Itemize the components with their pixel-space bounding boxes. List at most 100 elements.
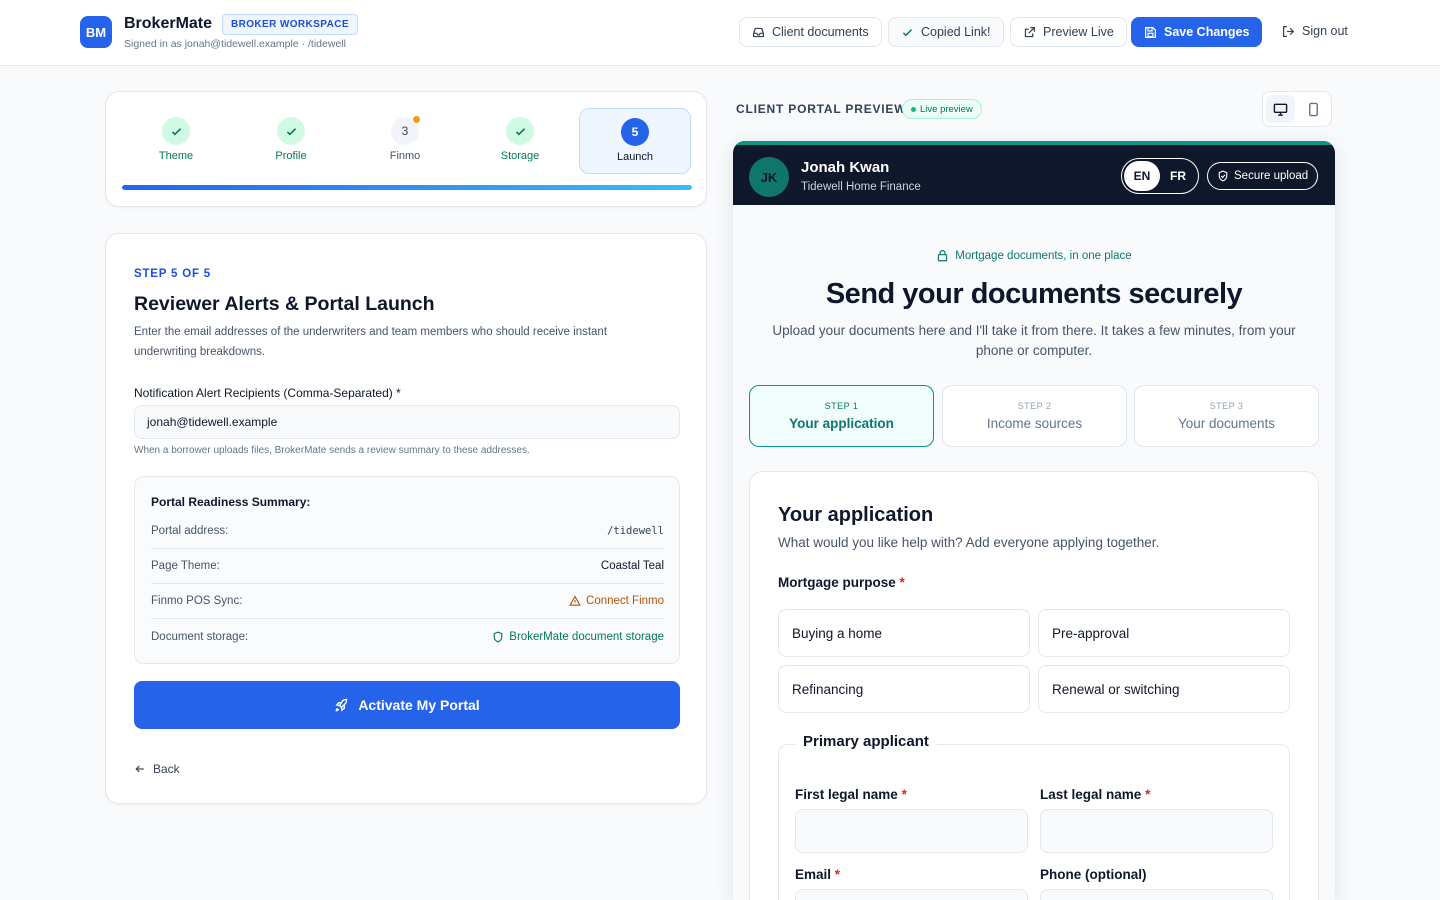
desktop-view-button[interactable] xyxy=(1266,95,1295,123)
step-eyebrow: STEP 5 OF 5 xyxy=(134,268,211,280)
form-description: Enter the email addresses of the underwr… xyxy=(134,326,608,358)
activate-portal-button[interactable]: Activate My Portal xyxy=(134,681,680,729)
summary-value: BrokerMate document storage xyxy=(492,631,664,643)
warning-icon xyxy=(569,595,581,606)
client-documents-label: Client documents xyxy=(772,25,869,39)
preview-section-label: CLIENT PORTAL PREVIEW xyxy=(736,102,907,116)
purpose-option-refinancing[interactable]: Refinancing xyxy=(778,665,1030,713)
email-label: Email * xyxy=(795,867,840,882)
last-name-text: Last legal name xyxy=(1040,787,1142,802)
save-changes-button[interactable]: Save Changes xyxy=(1131,17,1263,47)
copied-link-button[interactable]: Copied Link! xyxy=(888,17,1004,47)
save-icon xyxy=(1145,26,1156,38)
portal-tab-title: Your application xyxy=(789,416,894,431)
step-label: Storage xyxy=(500,150,540,162)
lock-icon xyxy=(938,250,948,262)
progress-fill xyxy=(122,185,692,190)
live-preview-badge: Live preview xyxy=(902,99,982,119)
preview-live-label: Preview Live xyxy=(1043,25,1114,39)
first-name-label: First legal name * xyxy=(795,787,907,802)
portal-tab-application[interactable]: STEP 1 Your application xyxy=(749,385,934,447)
application-title: Your application xyxy=(778,504,934,526)
recipients-input[interactable]: jonah@tidewell.example xyxy=(134,405,680,439)
check-icon xyxy=(171,127,181,135)
secure-upload-label: Secure upload xyxy=(1234,170,1309,182)
launch-form-card: STEP 5 OF 5 Reviewer Alerts & Portal Lau… xyxy=(105,233,707,804)
secure-upload-button[interactable]: Secure upload xyxy=(1207,162,1319,190)
summary-title: Portal Readiness Summary: xyxy=(151,495,311,509)
live-dot-icon xyxy=(911,106,916,112)
step-profile[interactable]: Profile xyxy=(235,108,347,174)
step-launch[interactable]: 5 Launch xyxy=(579,108,691,174)
purpose-option-buying[interactable]: Buying a home xyxy=(778,609,1030,657)
step-storage[interactable]: Storage xyxy=(464,108,576,174)
connect-finmo-link[interactable]: Connect Finmo xyxy=(569,595,664,607)
check-icon xyxy=(902,28,913,36)
mobile-view-button[interactable] xyxy=(1299,95,1328,123)
workspace-badge: BROKER WORKSPACE xyxy=(222,14,358,35)
preview-live-button[interactable]: Preview Live xyxy=(1010,17,1127,47)
summary-key: Document storage: xyxy=(151,630,249,643)
portal-tab-step: STEP 1 xyxy=(824,401,859,411)
back-label: Back xyxy=(153,762,180,776)
summary-key: Page Theme: xyxy=(151,560,220,572)
sign-out-label: Sign out xyxy=(1302,24,1348,38)
purpose-option-renewal[interactable]: Renewal or switching xyxy=(1038,665,1290,713)
recipients-help: When a borrower uploads files, BrokerMat… xyxy=(134,445,530,456)
lang-en-button[interactable]: EN xyxy=(1124,161,1160,191)
step-finmo[interactable]: 3 Finmo xyxy=(349,108,461,174)
step-theme[interactable]: Theme xyxy=(120,108,232,174)
client-documents-button[interactable]: Client documents xyxy=(739,17,882,47)
required-marker: * xyxy=(1145,787,1151,802)
phone-label: Phone (optional) xyxy=(1040,867,1147,882)
step-number: 5 xyxy=(631,125,639,139)
client-portal-preview: JK Jonah Kwan Tidewell Home Finance EN F… xyxy=(733,141,1335,900)
back-button[interactable]: Back xyxy=(134,762,180,776)
last-name-input[interactable] xyxy=(1040,809,1273,853)
check-icon xyxy=(515,127,525,135)
lang-fr-button[interactable]: FR xyxy=(1160,161,1196,191)
step-number-marker: 3 xyxy=(391,115,421,145)
external-link-icon xyxy=(1024,26,1035,37)
monitor-icon xyxy=(1273,103,1288,116)
step-done-marker xyxy=(506,117,534,145)
phone-input[interactable] xyxy=(1040,889,1273,900)
required-marker: * xyxy=(901,787,907,802)
tagline-text: Mortgage documents, in one place xyxy=(955,249,1132,262)
primary-applicant-legend: Primary applicant xyxy=(795,733,937,750)
summary-row-portal-address: Portal address: /tidewell xyxy=(151,514,664,549)
step-label: Launch xyxy=(616,151,654,163)
language-toggle: EN FR xyxy=(1121,158,1199,194)
sign-out-icon xyxy=(1283,25,1295,37)
mortgage-purpose-text: Mortgage purpose xyxy=(778,575,896,590)
sign-out-button[interactable]: Sign out xyxy=(1282,24,1348,38)
purpose-option-preapproval[interactable]: Pre-approval xyxy=(1038,609,1290,657)
summary-value: /tidewell xyxy=(607,525,664,537)
step-number: 3 xyxy=(401,124,409,138)
connect-finmo-label: Connect Finmo xyxy=(586,595,664,607)
portal-tab-income[interactable]: STEP 2 Income sources xyxy=(942,385,1127,447)
application-subtitle: What would you like help with? Add every… xyxy=(778,535,1160,550)
check-icon xyxy=(286,127,296,135)
step-label: Theme xyxy=(158,150,194,162)
step-label: Profile xyxy=(275,150,307,162)
first-name-text: First legal name xyxy=(795,787,898,802)
portal-tab-documents[interactable]: STEP 3 Your documents xyxy=(1134,385,1319,447)
portal-tab-title: Your documents xyxy=(1177,416,1276,431)
step-done-marker xyxy=(277,117,305,145)
first-name-input[interactable] xyxy=(795,809,1028,853)
brand-logo: BM xyxy=(80,16,112,48)
application-card: Your application What would you like hel… xyxy=(749,471,1319,900)
step-label: Finmo xyxy=(389,150,421,162)
step-number-marker: 5 xyxy=(621,118,649,146)
brand-name: BrokerMate xyxy=(124,15,213,32)
email-text: Email xyxy=(795,867,832,882)
setup-progress-bar xyxy=(122,185,692,190)
email-input[interactable] xyxy=(795,889,1028,900)
primary-applicant-fieldset: Primary applicant First legal name * Las… xyxy=(778,733,1290,900)
required-marker: * xyxy=(834,867,841,882)
mortgage-purpose-label: Mortgage purpose * xyxy=(778,575,905,590)
storage-value-label: BrokerMate document storage xyxy=(509,630,664,643)
portal-tab-step: STEP 2 xyxy=(1017,401,1052,411)
device-toggle xyxy=(1262,91,1332,127)
